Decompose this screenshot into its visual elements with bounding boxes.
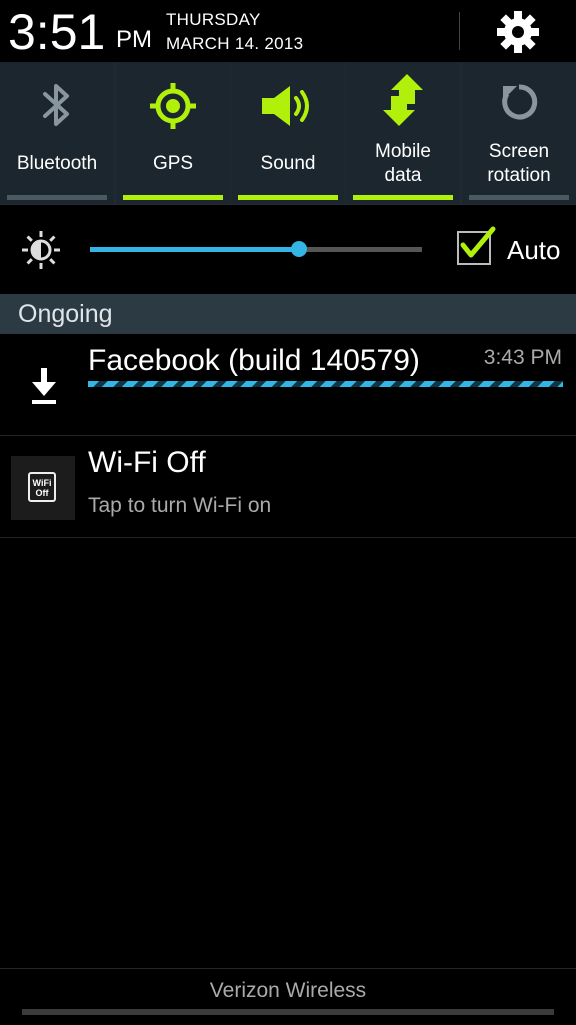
clock-ampm: PM — [116, 26, 152, 53]
section-title: Ongoing — [18, 300, 113, 328]
notification-time: 3:43 PM — [483, 346, 562, 369]
notification-subtitle: Tap to turn Wi-Fi on — [88, 494, 272, 517]
toggle-indicator-off — [7, 195, 107, 200]
notification-wifi-off[interactable]: WiFi Off Wi-Fi Off Tap to turn Wi-Fi on — [0, 436, 576, 538]
toggle-sound[interactable]: Sound — [231, 62, 345, 204]
badge-line1: WiFi — [32, 478, 52, 488]
toggle-indicator-on — [353, 195, 453, 200]
auto-brightness-label: Auto — [507, 235, 561, 265]
sound-icon — [262, 86, 309, 126]
brightness-row: Auto — [0, 204, 576, 295]
checkmark-icon — [460, 226, 496, 258]
toggle-label-line1: Mobile — [375, 141, 431, 162]
bluetooth-icon — [43, 84, 69, 126]
toggle-label: Sound — [260, 153, 316, 174]
wifi-off-badge: WiFi Off — [28, 472, 56, 502]
brightness-slider[interactable] — [90, 241, 422, 257]
toggle-indicator-off — [469, 195, 569, 200]
toggle-screen-rotation[interactable]: Screen rotation — [462, 62, 576, 204]
toggle-label: Mobile data — [346, 140, 460, 188]
day-label: THURSDAY — [166, 10, 261, 29]
notification-header: 3:51 PM THURSDAY MARCH 14. 2013 — [0, 0, 576, 62]
brightness-slider-fill — [90, 247, 299, 252]
badge-line2: Off — [35, 488, 49, 498]
download-progress-bar — [88, 381, 563, 387]
toggle-label-line2: rotation — [487, 165, 551, 186]
header-divider — [459, 12, 460, 50]
toggle-bluetooth[interactable]: Bluetooth — [0, 62, 114, 204]
carrier-footer: Verizon Wireless — [0, 968, 576, 1025]
brightness-slider-thumb[interactable] — [291, 241, 307, 257]
quick-settings-panel: Bluetooth GPS Sound Mobile data Screen r… — [0, 62, 576, 204]
rotation-icon — [502, 84, 538, 120]
gear-icon — [497, 11, 539, 53]
drag-handle[interactable] — [22, 1009, 554, 1015]
toggle-mobile-data[interactable]: Mobile data — [346, 62, 460, 204]
notification-title: Wi-Fi Off — [88, 446, 206, 479]
ongoing-section-header: Ongoing — [0, 294, 576, 334]
date-label: MARCH 14. 2013 — [166, 34, 304, 53]
toggle-label: Screen rotation — [462, 140, 576, 188]
notification-title: Facebook (build 140579) — [88, 344, 420, 377]
toggle-label: Bluetooth — [16, 153, 98, 174]
toggle-label-line1: Screen — [488, 141, 550, 162]
settings-button[interactable] — [492, 8, 544, 56]
brightness-icon — [22, 231, 60, 269]
carrier-label: Verizon Wireless — [209, 979, 367, 1002]
toggle-gps[interactable]: GPS — [116, 62, 230, 204]
notification-download[interactable]: Facebook (build 140579) 3:43 PM — [0, 334, 576, 436]
auto-brightness-checkbox[interactable] — [457, 226, 496, 265]
download-icon — [32, 368, 56, 404]
toggle-label-line2: data — [384, 165, 422, 186]
gps-icon — [150, 83, 196, 129]
clock-time: 3:51 — [8, 4, 106, 60]
toggle-label: GPS — [152, 153, 194, 174]
wifi-off-icon: WiFi Off — [11, 456, 75, 520]
toggle-indicator-on — [123, 195, 223, 200]
toggle-indicator-on — [238, 195, 338, 200]
mobile-data-icon — [383, 74, 423, 126]
